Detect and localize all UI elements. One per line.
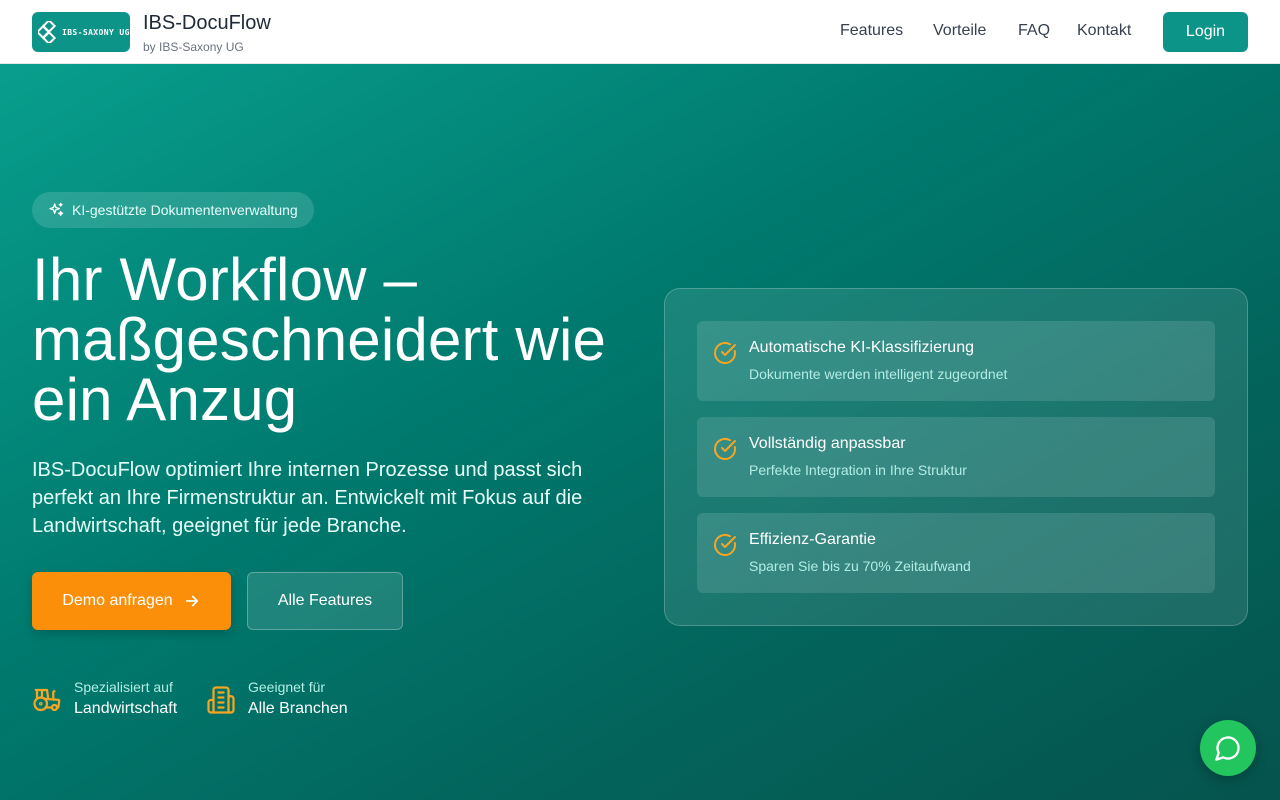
benefit-title: Effizienz-Garantie [749, 531, 876, 548]
benefit-title: Vollständig anpassbar [749, 435, 906, 452]
headline-line-1: Ihr Workflow – [32, 246, 418, 313]
check-circle-icon [714, 437, 736, 460]
benefit-item: Effizienz-Garantie Sparen Sie bis zu 70%… [697, 513, 1215, 593]
stat-suitable-label: Geeignet für [248, 679, 326, 695]
check-circle-icon [714, 533, 736, 556]
all-features-button[interactable]: Alle Features [247, 572, 403, 630]
nav-faq[interactable]: FAQ [1018, 22, 1050, 40]
ai-badge: KI-gestützte Dokumentenverwaltung [32, 192, 314, 228]
hero-headline: Ihr Workflow – maßgeschneidert wie ein A… [32, 250, 632, 430]
stat-suitable: Geeignet für Alle Branchen [206, 678, 348, 722]
demo-request-button[interactable]: Demo anfragen [32, 572, 231, 630]
stat-specialized-label: Spezialisiert auf [74, 679, 173, 695]
benefit-subtitle: Perfekte Integration in Ihre Struktur [749, 462, 967, 478]
demo-request-label: Demo anfragen [62, 592, 173, 609]
stat-suitable-value: Alle Branchen [248, 700, 348, 717]
brand-title: IBS-DocuFlow [143, 12, 271, 34]
benefit-item: Vollständig anpassbar Perfekte Integrati… [697, 417, 1215, 497]
hero-section: KI-gestützte Dokumentenverwaltung Ihr Wo… [0, 64, 1280, 800]
tractor-icon [33, 688, 61, 712]
benefit-subtitle: Dokumente werden intelligent zugeordnet [749, 366, 1008, 382]
building-icon [207, 686, 235, 714]
logo-mark-icon [38, 21, 57, 43]
nav-vorteile[interactable]: Vorteile [933, 22, 986, 40]
stat-specialized-value: Landwirtschaft [74, 700, 178, 717]
nav-features[interactable]: Features [840, 22, 903, 40]
sparkles-icon [49, 202, 64, 216]
arrow-right-icon [185, 595, 198, 607]
site-header: IBS-SAXONY UG IBS-DocuFlow by IBS-Saxony… [0, 0, 1280, 64]
chat-bubble-icon [1215, 736, 1240, 761]
benefits-card: Automatische KI-Klassifizierung Dokument… [664, 288, 1248, 626]
stat-specialized: Spezialisiert auf Landwirtschaft [32, 678, 177, 722]
benefit-subtitle: Sparen Sie bis zu 70% Zeitaufwand [749, 558, 971, 574]
logo-text: IBS-SAXONY UG [62, 27, 130, 37]
chat-button[interactable] [1200, 720, 1256, 776]
check-circle-icon [714, 341, 736, 364]
logo[interactable]: IBS-SAXONY UG [32, 12, 130, 52]
headline-line-2: maßgeschneidert wie [32, 306, 607, 373]
benefit-item: Automatische KI-Klassifizierung Dokument… [697, 321, 1215, 401]
login-button[interactable]: Login [1163, 12, 1248, 52]
benefit-title: Automatische KI-Klassifizierung [749, 339, 974, 356]
ai-badge-label: KI-gestützte Dokumentenverwaltung [72, 202, 298, 218]
hero-lead: IBS-DocuFlow optimiert Ihre internen Pro… [32, 459, 583, 537]
nav-kontakt[interactable]: Kontakt [1077, 22, 1131, 40]
headline-line-3: ein Anzug [32, 366, 298, 433]
brand-subtitle: by IBS-Saxony UG [143, 40, 244, 54]
